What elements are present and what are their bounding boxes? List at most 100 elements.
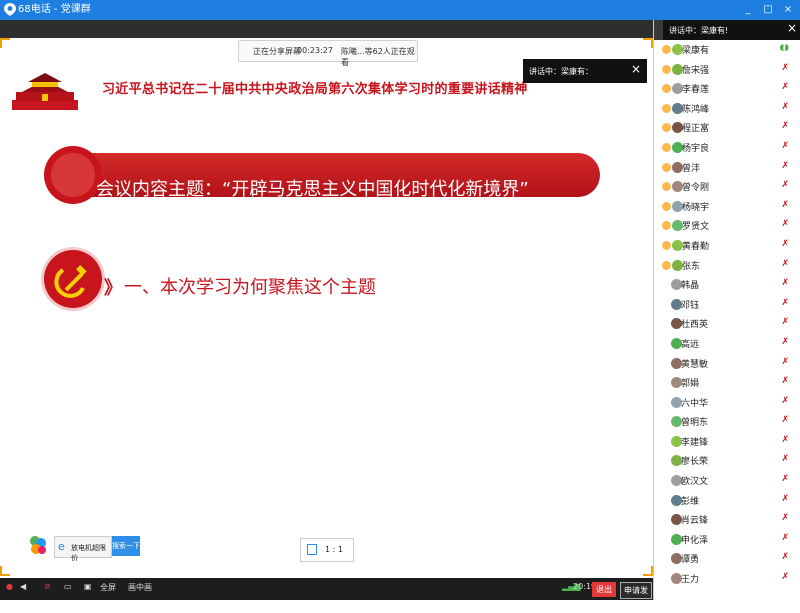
mic-muted-icon[interactable]: ✗ <box>781 219 789 229</box>
user-role-icon <box>662 162 671 172</box>
taskbar-app-icon[interactable] <box>28 534 48 556</box>
apply-speak-button[interactable]: 申请发言 <box>620 582 652 610</box>
participant-row[interactable]: 曾令刚 ✗ <box>654 177 800 197</box>
participant-row[interactable]: 李建锋 ✗ <box>654 432 800 452</box>
screen-icon <box>307 544 317 555</box>
participant-row[interactable]: 郭娟 ✗ <box>654 373 800 393</box>
participant-row[interactable]: 欧汉文 ✗ <box>654 471 800 491</box>
mic-muted-icon[interactable]: ✗ <box>781 494 789 504</box>
participant-name: 程正富 <box>682 124 710 135</box>
close-window-button[interactable]: × <box>780 2 796 18</box>
participant-row[interactable]: 曾明东 ✗ <box>654 412 800 432</box>
view-button[interactable]: 画中画 <box>128 582 152 593</box>
mic-muted-icon[interactable]: ✗ <box>781 161 789 171</box>
mic-muted-icon[interactable]: ✗ <box>781 259 789 269</box>
participant-row[interactable]: 黄慧敏 ✗ <box>654 354 800 374</box>
participant-row[interactable]: 谭勇 ✗ <box>654 549 800 569</box>
mic-muted-icon[interactable]: ✗ <box>781 121 789 131</box>
participant-row[interactable]: 杨宇良 ✗ <box>654 138 800 158</box>
mic-muted-icon[interactable]: ✗ <box>781 298 789 308</box>
mic-icon[interactable]: ● <box>6 582 13 591</box>
participant-name: 李春莲 <box>682 85 710 96</box>
user-role-icon <box>662 260 671 270</box>
participant-row[interactable]: 杨晓宇 ✗ <box>654 197 800 217</box>
participant-row[interactable]: 申化泽 ✗ <box>654 530 800 550</box>
mic-muted-icon[interactable]: ✗ <box>781 435 789 445</box>
speaking-close-button[interactable]: × <box>631 62 641 76</box>
shared-screen: 正在分享屏幕 00:23:27 陈曦...等62人正在观看 习近平总书记在二十届… <box>0 38 653 576</box>
mic-muted-icon[interactable]: ✗ <box>781 317 789 327</box>
maximize-button[interactable]: □ <box>760 2 776 18</box>
bottom-toolbar: ● ◀ ⊘ ▭ ▣ 全屏 画中画 ▂▄▆ 20:19 <box>0 578 653 600</box>
mic-muted-icon[interactable]: ✗ <box>781 552 789 562</box>
fullscreen-button[interactable]: 全屏 <box>100 582 116 593</box>
participant-row[interactable]: 高远 ✗ <box>654 334 800 354</box>
share-status: 正在分享屏幕 <box>253 47 301 56</box>
mic-muted-icon[interactable]: ✗ <box>781 239 789 249</box>
mic-muted-icon[interactable]: ✗ <box>781 533 789 543</box>
mic-muted-icon[interactable]: ✗ <box>781 572 789 582</box>
mic-muted-icon[interactable]: ✗ <box>781 278 789 288</box>
user-role-icon <box>662 221 671 231</box>
participant-list: 梁康有 ◖◗ 詹宋强 ✗ 李春莲 ✗ 陈鸿峰 ✗ 程正富 ✗ 杨宇良 ✗ 曾沣 ✗ 曾令刚 ✗ 杨晓宇 ✗ 罗贤文 ✗… <box>654 40 800 589</box>
mic-muted-icon[interactable]: ✗ <box>781 396 789 406</box>
app-logo-icon <box>4 3 16 16</box>
participant-name: 李建锋 <box>681 437 709 448</box>
participant-row[interactable]: 邓钰 ✗ <box>654 295 800 315</box>
participant-row[interactable]: 黄春勤 ✗ <box>654 236 800 256</box>
ratio-control[interactable]: 1 : 1 <box>300 538 354 562</box>
participant-row[interactable]: 陈鸿峰 ✗ <box>654 99 800 119</box>
participant-name: 梁康有 <box>682 46 710 56</box>
window-titlebar: 68电话 - 党课群 _ □ × <box>0 0 800 20</box>
participant-name: 曾明东 <box>681 418 709 429</box>
exit-button[interactable]: 退出 <box>592 582 616 597</box>
camera-off-icon[interactable]: ⊘ <box>44 582 51 591</box>
participant-row[interactable]: 廖长荣 ✗ <box>654 451 800 471</box>
participant-row[interactable]: 肖云锋 ✗ <box>654 510 800 530</box>
participant-row[interactable]: 曾沣 ✗ <box>654 158 800 178</box>
participant-name: 欧汉文 <box>681 477 709 488</box>
mic-muted-icon[interactable]: ✗ <box>781 415 789 425</box>
participant-row[interactable]: 张东 ✗ <box>654 256 800 276</box>
section-heading: 一、本次学习为何聚焦这个主题 <box>124 277 376 298</box>
browser-tool-button[interactable]: e 放电机超限价 <box>54 536 112 562</box>
mic-muted-icon[interactable]: ✗ <box>781 337 789 347</box>
mic-muted-icon[interactable]: ✗ <box>781 513 789 523</box>
participant-row[interactable]: 六中华 ✗ <box>654 393 800 413</box>
speaking-indicator: 讲话中：梁康有： × <box>523 59 647 83</box>
mic-muted-icon[interactable]: ✗ <box>781 454 789 464</box>
participant-name: 邓钰 <box>681 300 700 311</box>
mic-muted-icon[interactable]: ✗ <box>781 376 789 386</box>
record-icon[interactable]: ▣ <box>84 582 92 591</box>
participant-row[interactable]: 詹宋强 ✗ <box>654 60 800 80</box>
frame-corner <box>0 38 10 48</box>
participant-row[interactable]: 罗贤文 ✗ <box>654 216 800 236</box>
party-emblem <box>44 250 102 308</box>
participant-row[interactable]: 彭维 ✗ <box>654 491 800 511</box>
minimize-button[interactable]: _ <box>740 2 756 18</box>
participant-row[interactable]: 王力 ✗ <box>654 569 800 589</box>
panel-speaking-close-button[interactable]: × <box>787 21 797 35</box>
mic-active-icon[interactable]: ◖◗ <box>780 43 789 53</box>
participant-name: 杨宇良 <box>682 143 710 154</box>
mic-muted-icon[interactable]: ✗ <box>781 82 789 92</box>
mic-muted-icon[interactable]: ✗ <box>781 180 789 190</box>
participant-row[interactable]: 韩晶 ✗ <box>654 275 800 295</box>
mic-muted-icon[interactable]: ✗ <box>781 357 789 367</box>
participant-name: 高远 <box>681 339 700 350</box>
participant-row[interactable]: 程正富 ✗ <box>654 118 800 138</box>
mic-muted-icon[interactable]: ✗ <box>781 474 789 484</box>
search-button[interactable]: 搜索一下 <box>112 536 140 556</box>
mic-muted-icon[interactable]: ✗ <box>781 102 789 112</box>
speaking-label: 讲话中：梁康有： <box>529 67 593 76</box>
speaker-icon[interactable]: ◀ <box>20 582 26 591</box>
share-icon[interactable]: ▭ <box>64 582 72 591</box>
user-role-icon <box>662 45 671 54</box>
participant-name: 彭维 <box>681 496 700 507</box>
participant-row[interactable]: 梁康有 ◖◗ <box>654 40 800 60</box>
mic-muted-icon[interactable]: ✗ <box>781 63 789 73</box>
mic-muted-icon[interactable]: ✗ <box>781 200 789 210</box>
participant-row[interactable]: 李春莲 ✗ <box>654 79 800 99</box>
mic-muted-icon[interactable]: ✗ <box>781 141 789 151</box>
participant-row[interactable]: 杜西英 ✗ <box>654 314 800 334</box>
